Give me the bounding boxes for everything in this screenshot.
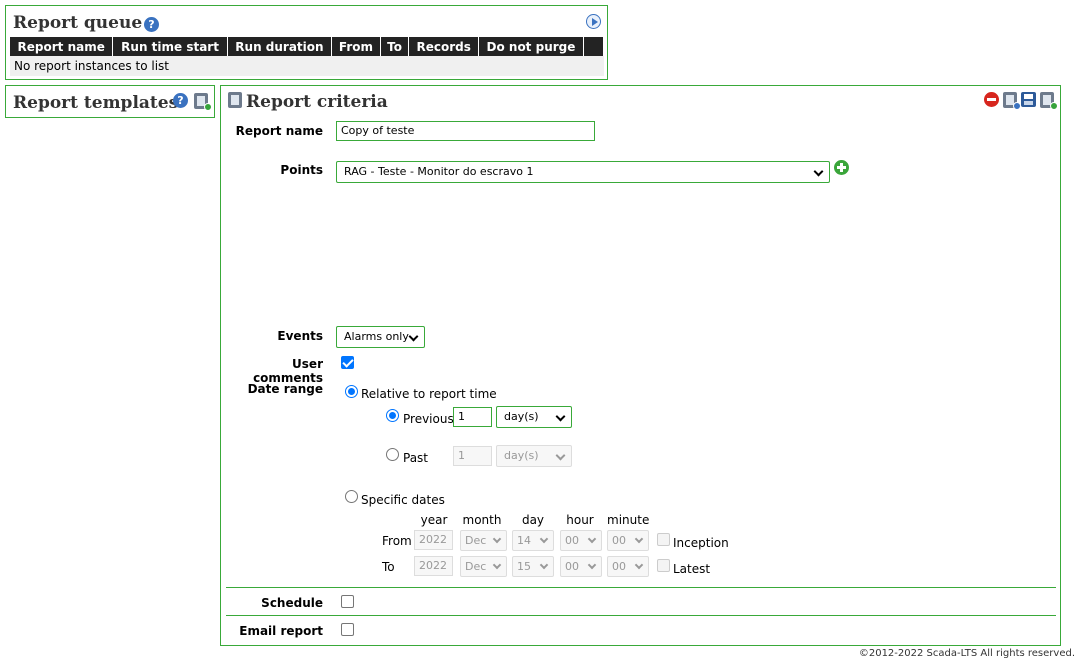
past-count-input[interactable]: 1 [453,446,492,466]
column-header: Records [408,37,479,56]
divider [226,615,1056,616]
column-header: From [331,37,381,56]
play-icon[interactable] [586,14,601,29]
from-minute-value: 00 [612,534,626,547]
report-queue-table: Report name Run time start Run duration … [10,37,604,76]
add-report-icon[interactable] [194,93,212,111]
column-header: To [380,37,410,56]
previous-unit-selected: day(s) [504,410,539,423]
from-day-select[interactable]: 14 [512,530,554,551]
to-month-select[interactable]: Dec [460,556,507,577]
report-criteria-panel: Report criteria Report name Copy of test… [220,85,1061,646]
report-templates-title: Report templates [13,93,179,113]
from-month-value: Dec [465,534,487,547]
latest-label: Latest [673,562,711,576]
schedule-checkbox[interactable] [341,595,354,608]
to-day-value: 15 [517,560,531,573]
report-name-label: Report name [235,124,323,138]
from-year-input[interactable]: 2022 [414,530,453,550]
save-icon[interactable] [1021,92,1036,107]
to-hour-value: 00 [565,560,579,573]
events-label: Events [277,329,323,343]
from-hour-value: 00 [565,534,579,547]
report-queue-title: Report queue [13,13,143,33]
column-header: Report name [10,37,114,56]
from-label: From [382,534,412,548]
latest-checkbox[interactable] [657,559,670,572]
table-row: No report instances to list [10,56,604,76]
copyright-footer: ©2012-2022 Scada-LTS All rights reserved… [858,648,1075,659]
report-icon [228,92,242,108]
add-point-icon[interactable] [834,160,849,175]
previous-label: Previous [403,412,454,426]
past-label: Past [403,451,429,465]
relative-radio[interactable] [345,385,358,398]
column-header: Do not purge [478,37,585,56]
from-minute-select[interactable]: 00 [607,530,649,551]
date-range-label: Date range [247,382,323,396]
inception-checkbox[interactable] [657,533,670,546]
month-header: month [462,513,502,527]
minute-header: minute [607,513,650,527]
from-month-select[interactable]: Dec [460,530,507,551]
to-label: To [382,560,395,574]
criteria-header: Report criteria [228,92,388,112]
empty-message: No report instances to list [10,56,604,76]
day-header: day [521,513,545,527]
to-month-value: Dec [465,560,487,573]
criteria-actions [984,92,1058,110]
year-header: year [420,513,448,527]
points-selected: RAG - Teste - Monitor do escravo 1 [344,165,534,178]
report-queue-panel: Report queue ? Report name Run time star… [5,5,608,80]
to-minute-value: 00 [612,560,626,573]
report-templates-panel: Report templates ? [5,85,215,118]
run-report-icon[interactable] [1040,92,1058,110]
column-header: Run duration [227,37,333,56]
report-criteria-title: Report criteria [246,92,388,112]
column-header: Run time start [112,37,228,56]
column-header-blank [583,37,604,56]
to-day-select[interactable]: 15 [512,556,554,577]
delete-icon[interactable] [984,92,999,107]
report-name-input[interactable]: Copy of teste [336,121,595,141]
events-selected: Alarms only [344,330,409,343]
to-year-input[interactable]: 2022 [414,556,453,576]
schedule-label: Schedule [261,596,323,610]
specific-dates-label: Specific dates [361,493,445,507]
hour-header: hour [566,513,594,527]
table-header-row: Report name Run time start Run duration … [10,37,604,56]
from-day-value: 14 [517,534,531,547]
user-comments-label: User comments [253,357,323,385]
help-icon[interactable]: ? [173,93,188,108]
to-hour-select[interactable]: 00 [560,556,602,577]
help-icon[interactable]: ? [144,17,159,32]
past-radio[interactable] [386,448,399,461]
from-hour-select[interactable]: 00 [560,530,602,551]
previous-radio[interactable] [386,409,399,422]
past-unit-select[interactable]: day(s) [496,445,572,467]
email-report-label: Email report [239,624,323,638]
previous-count-input[interactable]: 1 [453,407,492,427]
specific-dates-radio[interactable] [345,490,358,503]
points-label: Points [280,163,323,177]
past-unit-selected: day(s) [504,449,539,462]
to-minute-select[interactable]: 00 [607,556,649,577]
points-select[interactable]: RAG - Teste - Monitor do escravo 1 [336,161,830,183]
previous-unit-select[interactable]: day(s) [496,406,572,428]
email-report-checkbox[interactable] [341,623,354,636]
events-select[interactable]: Alarms only [336,326,425,348]
copy-report-icon[interactable] [1003,92,1021,110]
inception-label: Inception [673,536,729,550]
divider [226,587,1056,588]
relative-label: Relative to report time [361,387,497,401]
user-comments-checkbox[interactable] [341,356,354,369]
